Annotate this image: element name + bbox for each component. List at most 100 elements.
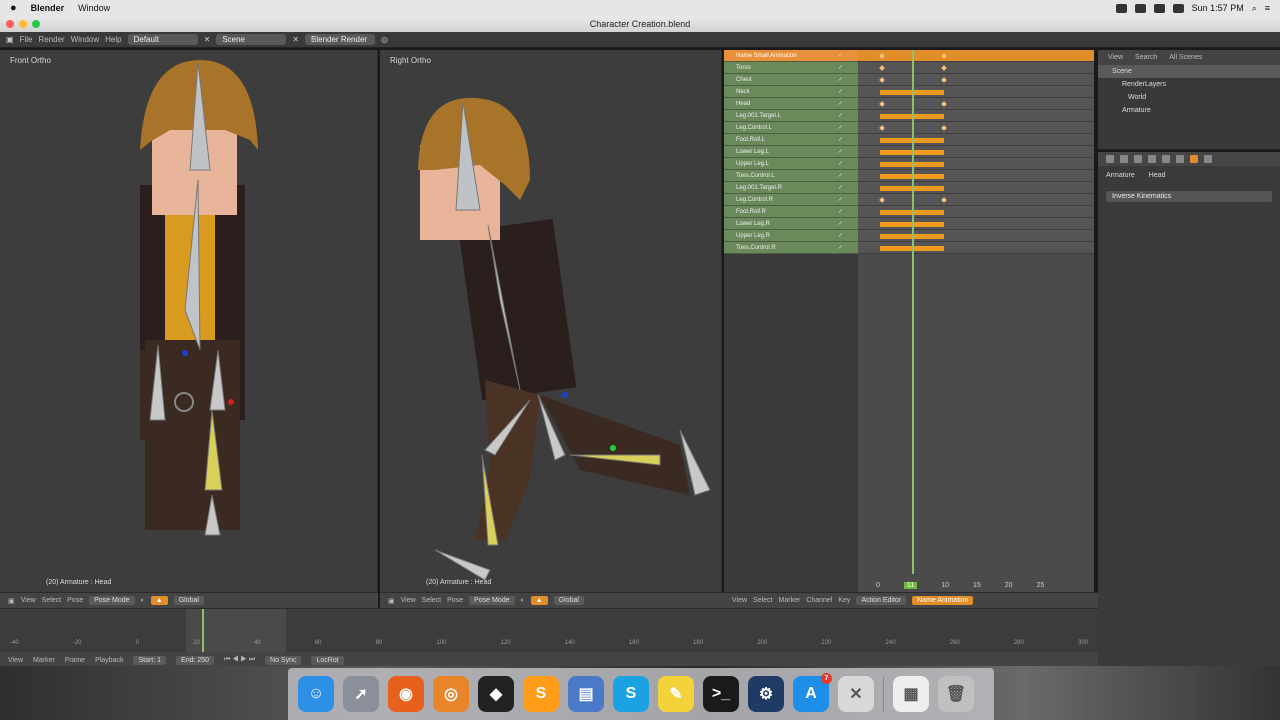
sync-selector[interactable]: No Sync — [265, 655, 302, 665]
scene-tab-icon[interactable] — [1120, 155, 1128, 163]
keyframe-row[interactable] — [858, 206, 1094, 218]
outliner-tab[interactable]: Search — [1135, 54, 1157, 61]
bone-tab-icon[interactable] — [1190, 155, 1198, 163]
start-frame-field[interactable]: Start: 1 — [133, 655, 167, 665]
channel-row[interactable]: Foot.Roll.R ✓ — [724, 206, 858, 218]
menu-help[interactable]: Help — [105, 35, 121, 44]
keyframe-row[interactable] — [858, 218, 1094, 230]
close-icon[interactable]: ✕ — [292, 35, 299, 44]
search-icon[interactable]: ⌕ — [1252, 3, 1257, 14]
keyframe-row[interactable] — [858, 242, 1094, 254]
keyframe-row[interactable] — [858, 146, 1094, 158]
action-selector[interactable]: Name Animation — [912, 596, 974, 605]
blender-icon[interactable]: ◎ — [433, 676, 469, 712]
apple-icon[interactable]: ● — [10, 2, 17, 14]
keying-set-field[interactable]: LocRot — [311, 655, 344, 665]
image-viewer-icon[interactable]: ✕ — [838, 676, 874, 712]
channel-row[interactable]: Leg.001.Target.L ✓ — [724, 110, 858, 122]
dopesheet-playhead[interactable] — [912, 50, 914, 574]
render-engine-selector[interactable]: Blender Render — [305, 34, 376, 45]
trash-icon[interactable]: 🗑 — [938, 676, 974, 712]
layout-selector[interactable]: Default — [127, 34, 198, 45]
editor-type-icon[interactable]: ▣ — [6, 35, 14, 44]
bone-constraint-tab-icon[interactable] — [1204, 155, 1212, 163]
keyframe-row[interactable] — [858, 170, 1094, 182]
channel-row[interactable]: Upper Leg.R ✓ — [724, 230, 858, 242]
shading-icon[interactable]: ◐ — [521, 597, 525, 604]
keyframe-row[interactable] — [858, 122, 1094, 134]
menu-view[interactable]: View — [21, 597, 36, 604]
channel-row[interactable]: Torso ✓ — [724, 62, 858, 74]
menu-marker[interactable]: Marker — [779, 597, 801, 604]
close-window-button[interactable] — [6, 20, 14, 28]
channel-row[interactable]: Lower Leg.R ✓ — [724, 218, 858, 230]
status-icon[interactable] — [1134, 3, 1146, 13]
unity-icon[interactable]: ◆ — [478, 676, 514, 712]
editor-mode-selector[interactable]: Action Editor — [856, 596, 907, 605]
clock[interactable]: Sun 1:57 PM — [1192, 3, 1244, 13]
notes-icon[interactable]: ✎ — [658, 676, 694, 712]
channel-row[interactable]: Leg.001.Target.R ✓ — [724, 182, 858, 194]
sublime-text-icon[interactable]: S — [523, 676, 559, 712]
menu-pose[interactable]: Pose — [67, 597, 83, 604]
orientation-selector[interactable]: Global — [173, 596, 204, 605]
viewport-right-ortho[interactable]: Right Ortho (20) Armature : Head — [380, 50, 722, 592]
keyframe-row[interactable] — [858, 194, 1094, 206]
outliner-item[interactable]: Scene — [1098, 65, 1280, 78]
channel-row[interactable]: Foot.Roll.L ✓ — [724, 134, 858, 146]
channel-row[interactable]: Lower Leg.L ✓ — [724, 146, 858, 158]
close-icon[interactable]: ✕ — [204, 35, 211, 44]
menu-frame[interactable]: Frame — [65, 657, 85, 664]
channel-row[interactable]: Leg.Control.L ✓ — [724, 122, 858, 134]
playback-controls[interactable]: ⏮ ◀ ▶ ⏭ — [224, 656, 255, 664]
mode-selector[interactable]: Pose Mode — [469, 596, 515, 605]
menu-pose[interactable]: Pose — [447, 597, 463, 604]
channel-row[interactable]: Chest ✓ — [724, 74, 858, 86]
dopesheet-keyframes[interactable] — [858, 50, 1094, 592]
menu-playback[interactable]: Playback — [95, 657, 123, 664]
skype-icon[interactable]: S — [613, 676, 649, 712]
timeline[interactable]: -40 -20 0 20 40 60 80 100 120 140 160 180 200 220… — [0, 608, 1098, 653]
manipulator-toggle[interactable]: ▲ — [150, 596, 168, 605]
video-editor-icon[interactable]: ▤ — [568, 676, 604, 712]
context-bone[interactable]: Head — [1149, 172, 1166, 179]
menu-view[interactable]: View — [401, 597, 416, 604]
keyframe-row[interactable] — [858, 98, 1094, 110]
current-frame[interactable]: 11 — [903, 581, 918, 589]
timeline-playhead[interactable] — [202, 609, 204, 653]
menu-select[interactable]: Select — [42, 597, 61, 604]
constraints-tab-icon[interactable] — [1162, 155, 1170, 163]
channel-row[interactable]: Toes.Control.L ✓ — [724, 170, 858, 182]
keyframe-row[interactable] — [858, 110, 1094, 122]
app-menu[interactable]: Blender — [31, 3, 65, 13]
viewport-front-ortho[interactable]: Front Ortho (20) Armature : Head — [0, 50, 378, 592]
outliner-tab[interactable]: All Scenes — [1169, 54, 1202, 61]
finder-icon[interactable]: ☺ — [298, 676, 334, 712]
object-tab-icon[interactable] — [1148, 155, 1156, 163]
data-tab-icon[interactable] — [1176, 155, 1184, 163]
menu-render[interactable]: Render — [38, 35, 64, 44]
keyframe-row[interactable] — [858, 50, 1094, 62]
menu-view[interactable]: View — [8, 657, 23, 664]
editor-type-icon[interactable]: ▣ — [8, 597, 15, 605]
outliner-item[interactable]: Armature — [1098, 104, 1280, 117]
status-icon[interactable] — [1115, 3, 1127, 13]
channel-row[interactable]: Toes.Control.R ✓ — [724, 242, 858, 254]
menu-select[interactable]: Select — [422, 597, 441, 604]
add-constraint-field[interactable]: Inverse Kinematics — [1106, 191, 1272, 202]
menu-marker[interactable]: Marker — [33, 657, 55, 664]
outliner-item[interactable]: World — [1098, 91, 1280, 104]
shading-icon[interactable]: ◐ — [141, 597, 145, 604]
channel-row[interactable]: Upper Leg.L ✓ — [724, 158, 858, 170]
editor-type-icon[interactable]: ▣ — [388, 597, 395, 605]
menu-channel[interactable]: Channel — [806, 597, 832, 604]
keyframe-row[interactable] — [858, 134, 1094, 146]
channel-row[interactable]: Leg.Control.R ✓ — [724, 194, 858, 206]
menu-key[interactable]: Key — [838, 597, 850, 604]
keyframe-row[interactable] — [858, 74, 1094, 86]
firefox-icon[interactable]: ◉ — [388, 676, 424, 712]
menu-file[interactable]: File — [20, 35, 33, 44]
minimize-window-button[interactable] — [19, 20, 27, 28]
menu-window[interactable]: Window — [71, 35, 99, 44]
context-armature[interactable]: Armature — [1106, 172, 1135, 179]
